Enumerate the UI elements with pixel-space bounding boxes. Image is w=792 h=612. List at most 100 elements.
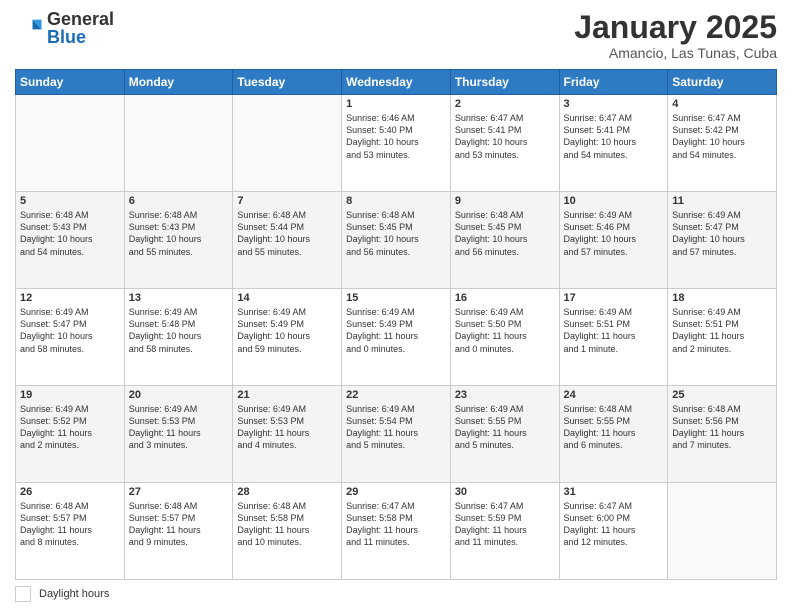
day-number: 11 [672, 195, 772, 207]
calendar-cell: 31Sunrise: 6:47 AM Sunset: 6:00 PM Dayli… [559, 483, 668, 580]
day-number: 23 [455, 389, 555, 401]
calendar-cell: 6 Sunrise: 6:48 AM Sunset: 5:43 PM Daylig… [124, 192, 233, 289]
calendar-cell: 16 Sunrise: 6:49 AM Sunset: 5:50 PM Dayli… [450, 289, 559, 386]
day-number: 4 [672, 98, 772, 110]
calendar-cell [233, 95, 342, 192]
calendar-cell: 10 Sunrise: 6:49 AM Sunset: 5:46 PM Dayli… [559, 192, 668, 289]
header: General Blue January 2025 Amancio, Las T… [15, 10, 777, 61]
calendar-cell: 17Sunrise: 6:49 AM Sunset: 5:51 PM Dayli… [559, 289, 668, 386]
day-number: 28 [237, 486, 337, 498]
day-info: Sunrise: 6:48 AM Sunset: 5:44 PM Dayligh… [237, 209, 337, 258]
calendar-cell: 27 Sunrise: 6:48 AM Sunset: 5:57 PM Dayli… [124, 483, 233, 580]
calendar-cell: 23 Sunrise: 6:49 AM Sunset: 5:55 PM Dayli… [450, 386, 559, 483]
day-info: Sunrise: 6:47 AM Sunset: 5:42 PM Dayligh… [672, 112, 772, 161]
day-info: Sunrise: 6:49 AM Sunset: 5:52 PM Dayligh… [20, 403, 120, 452]
day-number: 1 [346, 98, 446, 110]
calendar-cell: 5 Sunrise: 6:48 AM Sunset: 5:43 PM Daylig… [16, 192, 125, 289]
day-info: Sunrise: 6:48 AM Sunset: 5:43 PM Dayligh… [20, 209, 120, 258]
calendar-cell [668, 483, 777, 580]
footer: Daylight hours [15, 586, 777, 602]
day-info: Sunrise: 6:49 AM Sunset: 5:47 PM Dayligh… [672, 209, 772, 258]
day-number: 16 [455, 292, 555, 304]
calendar-header-thursday: Thursday [450, 70, 559, 95]
calendar-cell: 13 Sunrise: 6:49 AM Sunset: 5:48 PM Dayli… [124, 289, 233, 386]
calendar-header-saturday: Saturday [668, 70, 777, 95]
calendar-cell: 21 Sunrise: 6:49 AM Sunset: 5:53 PM Dayli… [233, 386, 342, 483]
day-number: 5 [20, 195, 120, 207]
day-info: Sunrise: 6:49 AM Sunset: 5:47 PM Dayligh… [20, 306, 120, 355]
calendar-header-sunday: Sunday [16, 70, 125, 95]
location-subtitle: Amancio, Las Tunas, Cuba [574, 45, 777, 61]
day-info: Sunrise: 6:49 AM Sunset: 5:54 PM Dayligh… [346, 403, 446, 452]
day-number: 27 [129, 486, 229, 498]
day-number: 3 [564, 98, 664, 110]
calendar-table: SundayMondayTuesdayWednesdayThursdayFrid… [15, 69, 777, 580]
calendar-header-monday: Monday [124, 70, 233, 95]
day-info: Sunrise: 6:49 AM Sunset: 5:49 PM Dayligh… [237, 306, 337, 355]
day-info: Sunrise: 6:49 AM Sunset: 5:55 PM Dayligh… [455, 403, 555, 452]
calendar-cell: 2 Sunrise: 6:47 AM Sunset: 5:41 PM Daylig… [450, 95, 559, 192]
day-number: 18 [672, 292, 772, 304]
calendar-cell: 9 Sunrise: 6:48 AM Sunset: 5:45 PM Daylig… [450, 192, 559, 289]
day-number: 13 [129, 292, 229, 304]
calendar-week-row: 5 Sunrise: 6:48 AM Sunset: 5:43 PM Daylig… [16, 192, 777, 289]
calendar-cell [16, 95, 125, 192]
day-info: Sunrise: 6:48 AM Sunset: 5:43 PM Dayligh… [129, 209, 229, 258]
logo-text: General Blue [47, 10, 114, 46]
day-number: 21 [237, 389, 337, 401]
day-number: 19 [20, 389, 120, 401]
calendar-week-row: 12 Sunrise: 6:49 AM Sunset: 5:47 PM Dayli… [16, 289, 777, 386]
calendar-cell: 3Sunrise: 6:47 AM Sunset: 5:41 PM Daylig… [559, 95, 668, 192]
logo-blue-text: Blue [47, 28, 114, 46]
day-number: 14 [237, 292, 337, 304]
day-number: 22 [346, 389, 446, 401]
day-number: 29 [346, 486, 446, 498]
page: General Blue January 2025 Amancio, Las T… [0, 0, 792, 612]
calendar-week-row: 1Sunrise: 6:46 AM Sunset: 5:40 PM Daylig… [16, 95, 777, 192]
day-number: 26 [20, 486, 120, 498]
calendar-header-row: SundayMondayTuesdayWednesdayThursdayFrid… [16, 70, 777, 95]
calendar-cell: 7 Sunrise: 6:48 AM Sunset: 5:44 PM Daylig… [233, 192, 342, 289]
calendar-cell: 22 Sunrise: 6:49 AM Sunset: 5:54 PM Dayli… [342, 386, 451, 483]
day-number: 6 [129, 195, 229, 207]
day-info: Sunrise: 6:49 AM Sunset: 5:51 PM Dayligh… [672, 306, 772, 355]
daylight-label: Daylight hours [39, 588, 109, 600]
day-info: Sunrise: 6:49 AM Sunset: 5:50 PM Dayligh… [455, 306, 555, 355]
day-number: 10 [564, 195, 664, 207]
logo: General Blue [15, 10, 114, 46]
calendar-cell: 8Sunrise: 6:48 AM Sunset: 5:45 PM Daylig… [342, 192, 451, 289]
day-info: Sunrise: 6:48 AM Sunset: 5:55 PM Dayligh… [564, 403, 664, 452]
calendar-cell: 20 Sunrise: 6:49 AM Sunset: 5:53 PM Dayli… [124, 386, 233, 483]
calendar-cell: 25Sunrise: 6:48 AM Sunset: 5:56 PM Dayli… [668, 386, 777, 483]
day-number: 7 [237, 195, 337, 207]
calendar-cell: 29 Sunrise: 6:47 AM Sunset: 5:58 PM Dayli… [342, 483, 451, 580]
day-number: 2 [455, 98, 555, 110]
day-info: Sunrise: 6:49 AM Sunset: 5:53 PM Dayligh… [237, 403, 337, 452]
day-info: Sunrise: 6:48 AM Sunset: 5:56 PM Dayligh… [672, 403, 772, 452]
day-info: Sunrise: 6:48 AM Sunset: 5:45 PM Dayligh… [346, 209, 446, 258]
day-number: 12 [20, 292, 120, 304]
day-info: Sunrise: 6:49 AM Sunset: 5:53 PM Dayligh… [129, 403, 229, 452]
calendar-cell: 24 Sunrise: 6:48 AM Sunset: 5:55 PM Dayli… [559, 386, 668, 483]
calendar-header-tuesday: Tuesday [233, 70, 342, 95]
day-number: 24 [564, 389, 664, 401]
day-number: 9 [455, 195, 555, 207]
day-info: Sunrise: 6:47 AM Sunset: 5:41 PM Dayligh… [455, 112, 555, 161]
day-number: 20 [129, 389, 229, 401]
calendar-cell: 4 Sunrise: 6:47 AM Sunset: 5:42 PM Daylig… [668, 95, 777, 192]
day-info: Sunrise: 6:49 AM Sunset: 5:48 PM Dayligh… [129, 306, 229, 355]
day-info: Sunrise: 6:47 AM Sunset: 5:58 PM Dayligh… [346, 500, 446, 549]
calendar-cell [124, 95, 233, 192]
day-info: Sunrise: 6:48 AM Sunset: 5:57 PM Dayligh… [129, 500, 229, 549]
day-info: Sunrise: 6:48 AM Sunset: 5:57 PM Dayligh… [20, 500, 120, 549]
day-info: Sunrise: 6:49 AM Sunset: 5:49 PM Dayligh… [346, 306, 446, 355]
calendar-cell: 18 Sunrise: 6:49 AM Sunset: 5:51 PM Dayli… [668, 289, 777, 386]
calendar-header-wednesday: Wednesday [342, 70, 451, 95]
day-info: Sunrise: 6:48 AM Sunset: 5:45 PM Dayligh… [455, 209, 555, 258]
calendar-cell: 12 Sunrise: 6:49 AM Sunset: 5:47 PM Dayli… [16, 289, 125, 386]
calendar-cell: 1Sunrise: 6:46 AM Sunset: 5:40 PM Daylig… [342, 95, 451, 192]
calendar-cell: 11 Sunrise: 6:49 AM Sunset: 5:47 PM Dayli… [668, 192, 777, 289]
calendar-header-friday: Friday [559, 70, 668, 95]
day-info: Sunrise: 6:49 AM Sunset: 5:46 PM Dayligh… [564, 209, 664, 258]
logo-icon [15, 14, 43, 42]
